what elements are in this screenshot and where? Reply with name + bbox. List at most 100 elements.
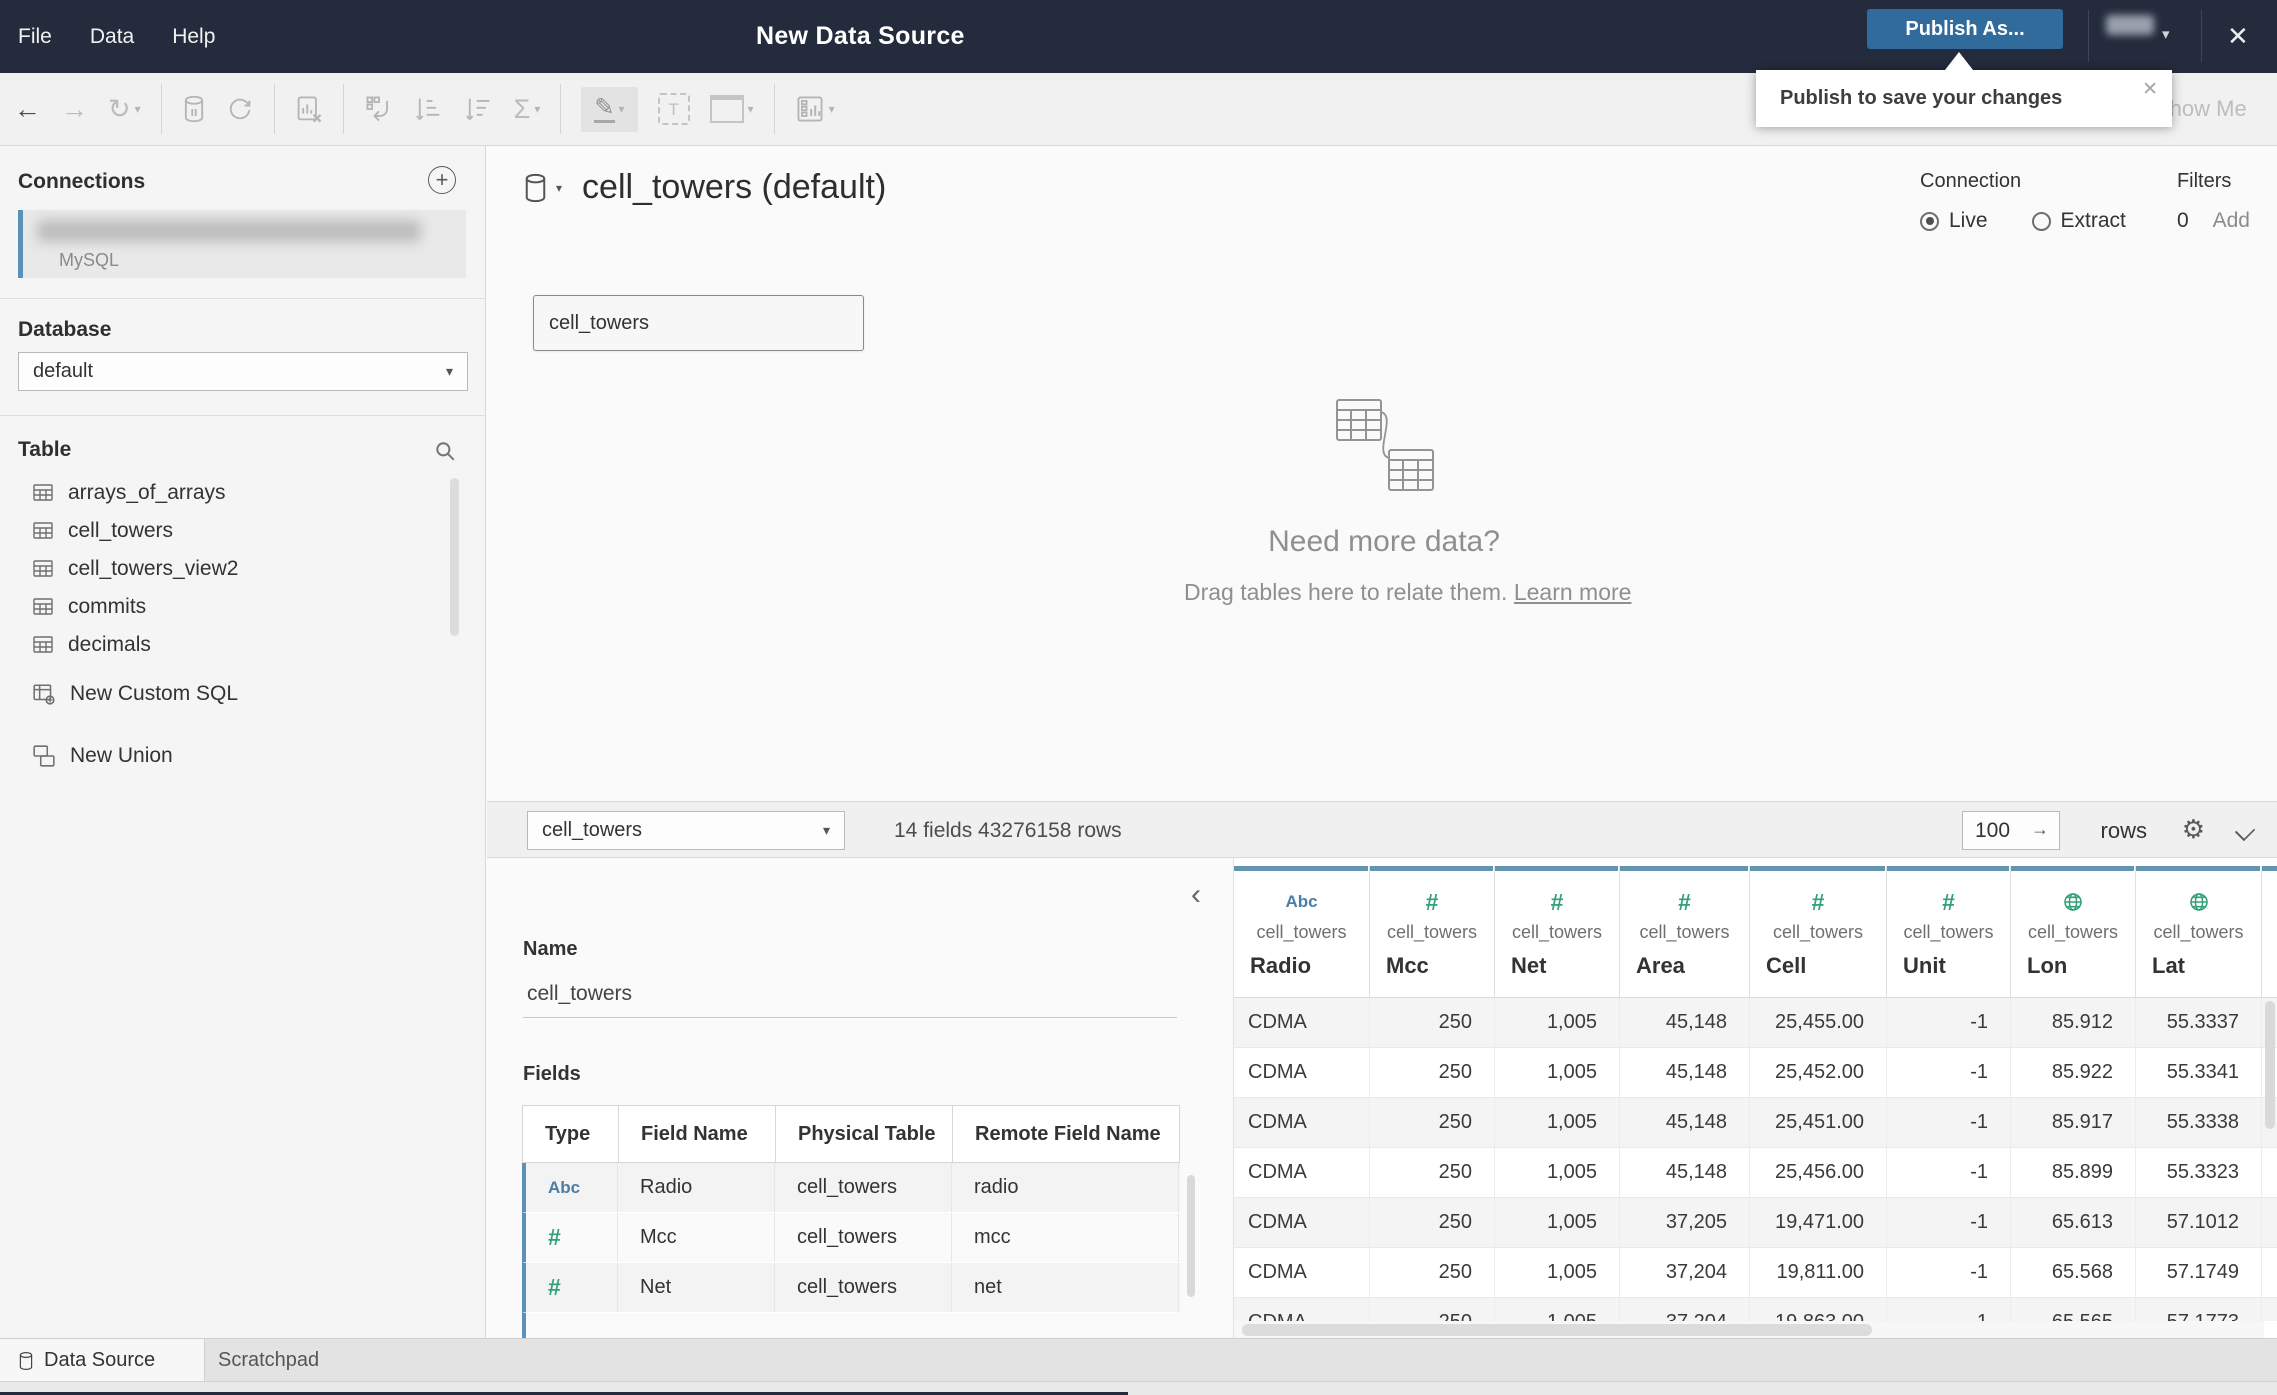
column-name-label: Lon [2027, 953, 2068, 978]
column-type-icon: # [1620, 888, 1749, 916]
table-list-scrollbar[interactable] [450, 478, 459, 636]
sort-descending-icon[interactable] [464, 94, 494, 124]
preview-table-select[interactable]: cell_towers ▾ [527, 811, 845, 850]
filters-add-link[interactable]: Add [2213, 209, 2250, 233]
type-abc-icon: Abc [548, 1177, 581, 1197]
grid-cell: CDMA [1234, 1298, 1370, 1321]
table-icon [33, 484, 53, 501]
fields-rows-summary: 14 fields 43276158 rows [894, 819, 1122, 842]
grid-vertical-scrollbar [2265, 1001, 2275, 1318]
grid-cell: -1 [1887, 1098, 2011, 1148]
table-node-cell-towers[interactable]: cell_towers [533, 295, 864, 351]
publish-as-button[interactable]: Publish As... [1867, 9, 2063, 49]
menu-file[interactable]: File [18, 25, 52, 49]
tab-scratchpad[interactable]: Scratchpad [218, 1339, 319, 1382]
grid-cell: 250 [1370, 1198, 1495, 1248]
grid-data-row: CDMA 250 1,005 45,148 25,452.00 -1 85.922 55.33… [1234, 1048, 2277, 1098]
table-item-label: commits [68, 595, 147, 618]
grid-cell: CDMA [1234, 998, 1370, 1048]
grid-cell: 37,204 [1620, 1248, 1750, 1298]
database-select-caret-icon: ▾ [445, 363, 453, 379]
grid-cell: 19,863.00 [1750, 1298, 1887, 1321]
grid-column-header-net[interactable]: # cell_towers Net [1495, 866, 1620, 997]
live-radio[interactable] [1920, 211, 1939, 231]
grid-column-header-unit[interactable]: # cell_towers Unit [1887, 866, 2011, 997]
sidebar-table-decimals[interactable]: decimals [0, 626, 486, 664]
grid-column-header-cell[interactable]: # cell_towers Cell [1750, 866, 1887, 997]
table-heading: Table [18, 438, 72, 461]
column-name-label: Mcc [1386, 953, 1429, 978]
user-avatar[interactable] [2106, 15, 2154, 35]
datasource-title[interactable]: cell_towers (default) [582, 168, 886, 207]
grid-data-row: CDMA 250 1,005 37,205 19,471.00 -1 65.613 57.10… [1234, 1198, 2277, 1248]
highlight-tool[interactable]: ✎ ▾ [581, 86, 638, 132]
new-union-button[interactable]: New Union [32, 744, 173, 768]
field-row-mcc[interactable]: # Mcc cell_towers mcc [522, 1213, 1180, 1263]
grid-column-header-lat[interactable]: cell_towers Lat [2136, 866, 2262, 997]
row-count-input[interactable] [1962, 811, 2060, 850]
fields-col-remote-field-name[interactable]: Remote Field Name [953, 1106, 1179, 1162]
clear-sheet-icon[interactable] [295, 94, 323, 124]
field-row-net[interactable]: # Net cell_towers net [522, 1263, 1180, 1313]
field-row-radio[interactable]: Abc Radio cell_towers radio [522, 1163, 1180, 1213]
user-menu-caret-icon[interactable]: ▾ [2162, 25, 2170, 43]
grid-column-header-radio[interactable]: Abc cell_towers Radio [1234, 866, 1370, 997]
sidebar-table-cell_towers_view2[interactable]: cell_towers_view2 [0, 550, 486, 588]
database-select[interactable]: default ▾ [18, 352, 468, 391]
window-close-icon[interactable]: ✕ [2227, 18, 2249, 54]
preview-collapse-chevron-icon[interactable] [2234, 820, 2256, 842]
undo-icon[interactable]: ← [14, 95, 41, 123]
sort-ascending-icon[interactable] [414, 94, 444, 124]
extract-radio[interactable] [2031, 211, 2051, 231]
swap-rows-columns-icon[interactable] [364, 94, 394, 124]
new-custom-sql-button[interactable]: New Custom SQL [32, 682, 238, 706]
tab-data-source[interactable]: Data Source [0, 1339, 205, 1382]
sidebar-table-cell_towers[interactable]: cell_towers [0, 512, 486, 550]
grid-cell: 45,148 [1620, 1098, 1750, 1148]
geo-globe-icon [2064, 893, 2082, 911]
column-name-label: Radio [1250, 953, 1312, 978]
panel-collapse-icon[interactable]: ‹ [1191, 878, 1201, 912]
window-title: New Data Source [756, 22, 965, 50]
sidebar-table-arrays_of_arrays[interactable]: arrays_of_arrays [0, 474, 486, 512]
connection-mode-block: Connection Live Extract [1920, 170, 2160, 233]
totals-icon[interactable]: Σ ▾ [514, 95, 541, 123]
connection-item[interactable]: MySQL [18, 210, 466, 278]
grid-column-header-lon[interactable]: cell_towers Lon [2011, 866, 2136, 997]
redo-icon[interactable]: → [61, 95, 88, 123]
grid-hscroll-thumb[interactable] [1242, 1324, 1872, 1336]
fit-selector-icon[interactable]: ▾ [709, 95, 754, 123]
fields-col-physical-table[interactable]: Physical Table [776, 1106, 953, 1162]
new-datasource-icon[interactable] [182, 95, 206, 123]
datasource-cylinder-icon[interactable] [523, 173, 548, 203]
fields-col-type[interactable]: Type [523, 1106, 619, 1162]
fields-scrollbar[interactable] [1187, 1175, 1195, 1297]
menu-data[interactable]: Data [90, 25, 134, 49]
name-input[interactable]: cell_towers [523, 970, 1177, 1018]
rerun-icon[interactable]: ↻ ▾ [108, 95, 141, 123]
title-bar: File Data Help New Data Source Publish A… [0, 0, 2277, 73]
show-me-toggle-icon[interactable]: ▾ [795, 94, 835, 124]
fields-col-field-name[interactable]: Field Name [619, 1106, 776, 1162]
grid-column-header-mcc[interactable]: # cell_towers Mcc [1370, 866, 1495, 997]
menu-bar: File Data Help [18, 0, 215, 73]
extract-label[interactable]: Extract [2061, 209, 2126, 233]
grid-vscroll-thumb[interactable] [2265, 1001, 2275, 1129]
field-remote-name: radio [952, 1163, 1179, 1212]
add-connection-icon[interactable]: + [428, 166, 456, 194]
database-heading: Database [18, 318, 112, 341]
sidebar-table-commits[interactable]: commits [0, 588, 486, 626]
datasource-caret-icon[interactable]: ▾ [556, 181, 562, 195]
table-search-icon[interactable] [434, 440, 456, 467]
tooltip-close-icon[interactable]: ✕ [2142, 78, 2158, 101]
refresh-icon[interactable] [226, 95, 254, 123]
column-name-label: Lat [2152, 953, 2185, 978]
learn-more-link[interactable]: Learn more [1514, 579, 1632, 605]
name-label: Name [523, 938, 578, 960]
grid-column-header-area[interactable]: # cell_towers Area [1620, 866, 1750, 997]
menu-help[interactable]: Help [172, 25, 215, 49]
grid-data-row: CDMA 250 1,005 45,148 25,456.00 -1 85.899 55.33… [1234, 1148, 2277, 1198]
text-tool-icon[interactable]: T [657, 93, 690, 125]
live-label[interactable]: Live [1949, 209, 1988, 233]
preview-settings-gear-icon[interactable]: ⚙ [2182, 814, 2205, 845]
